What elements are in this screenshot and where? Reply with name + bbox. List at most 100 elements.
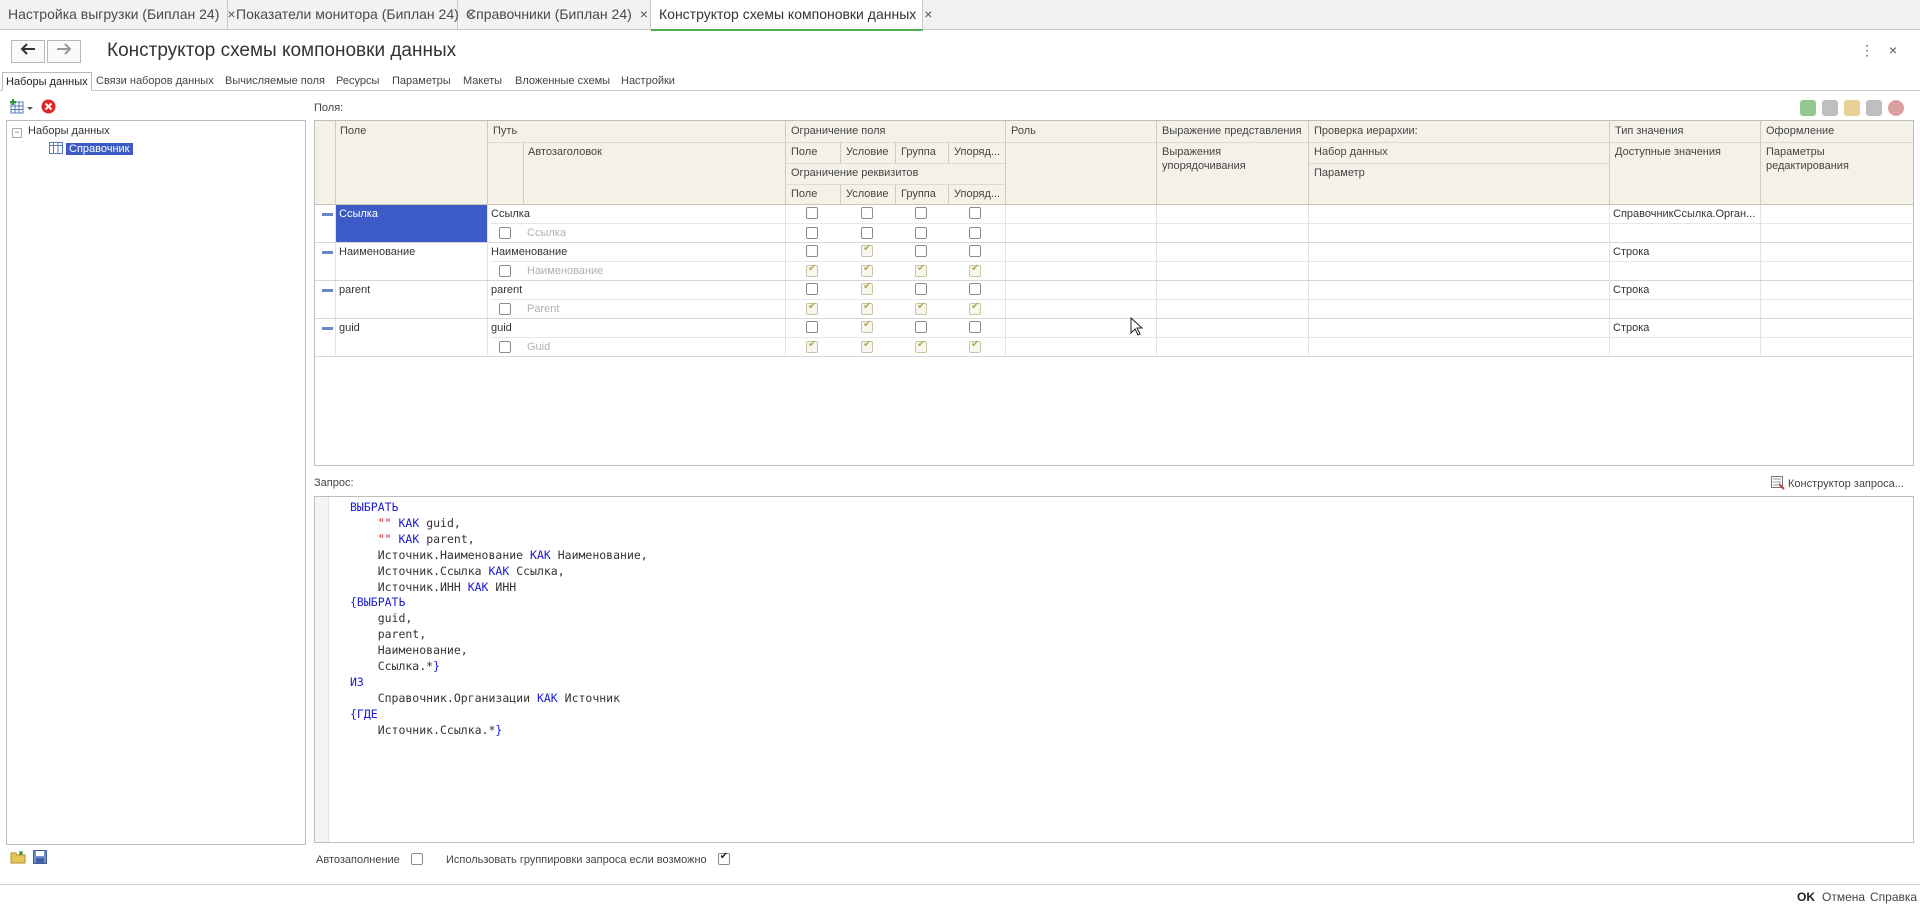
- restriction-field-checkbox[interactable]: [806, 207, 818, 219]
- query-constructor-button[interactable]: Конструктор запроса...: [1771, 476, 1904, 490]
- divider: [490, 261, 1913, 262]
- attr-condition-checkbox[interactable]: [861, 227, 873, 239]
- attr-condition-checkbox[interactable]: [861, 263, 873, 277]
- tab-dcs-constructor[interactable]: Конструктор схемы компоновки данных ×: [651, 0, 932, 31]
- tree-node-datasets[interactable]: − Наборы данных: [12, 123, 110, 139]
- autotitle-checkbox[interactable]: [499, 227, 511, 239]
- restriction-condition-checkbox[interactable]: [861, 281, 873, 295]
- autotitle-checkbox[interactable]: [499, 265, 511, 277]
- attr-order-checkbox[interactable]: [969, 227, 981, 239]
- restriction-order-checkbox[interactable]: [969, 321, 981, 333]
- autotitle-checkbox[interactable]: [499, 341, 511, 353]
- field-name[interactable]: Ссылка: [336, 205, 487, 242]
- field-title[interactable]: Наименование: [524, 262, 784, 280]
- attr-field-checkbox[interactable]: [806, 227, 818, 239]
- header-restriction-order: Упоряд...: [954, 146, 1001, 158]
- value-type[interactable]: Строка: [1610, 281, 1758, 299]
- field-title[interactable]: Parent: [524, 300, 784, 318]
- restriction-field-checkbox[interactable]: [806, 283, 818, 295]
- field-title[interactable]: Ссылка: [524, 224, 784, 242]
- cancel-button[interactable]: Отмена: [1822, 890, 1865, 904]
- copy-icon[interactable]: [1822, 100, 1838, 116]
- use-groupings-checkbox[interactable]: [717, 851, 730, 865]
- header-autotitle: Автозаголовок: [528, 146, 602, 158]
- grid-header: Поле Путь Автозаголовок Ограничение поля…: [315, 121, 1913, 205]
- restriction-condition-checkbox[interactable]: [861, 243, 873, 257]
- header-attr-restriction: Ограничение реквизитов: [791, 167, 919, 179]
- tab-templates[interactable]: Макеты: [460, 72, 505, 91]
- restriction-field-checkbox[interactable]: [806, 321, 818, 333]
- attr-field-checkbox[interactable]: [806, 301, 818, 315]
- attr-order-checkbox[interactable]: [969, 263, 981, 277]
- save-button[interactable]: [33, 850, 47, 867]
- attr-condition-checkbox[interactable]: [861, 301, 873, 315]
- editor-gutter: [315, 497, 329, 842]
- field-name[interactable]: parent: [336, 281, 487, 299]
- value-type[interactable]: СправочникСсылка.Орган...: [1610, 205, 1758, 223]
- attr-group-checkbox[interactable]: [915, 339, 927, 353]
- use-groupings-option[interactable]: Использовать группировки запроса если во…: [446, 851, 730, 866]
- restriction-group-checkbox[interactable]: [915, 283, 927, 295]
- field-path[interactable]: guid: [488, 319, 784, 337]
- collapse-icon[interactable]: −: [12, 128, 22, 138]
- tab-export-settings[interactable]: Настройка выгрузки (Биплан 24) ×: [0, 0, 236, 30]
- tab-parameters[interactable]: Параметры: [389, 72, 454, 91]
- forward-button[interactable]: [47, 40, 81, 63]
- tree-node-catalog[interactable]: Справочник: [49, 141, 133, 157]
- help-button[interactable]: Справка: [1870, 890, 1917, 904]
- autofill-checkbox[interactable]: [410, 853, 423, 865]
- field-title[interactable]: Guid: [524, 338, 784, 356]
- value-type[interactable]: Строка: [1610, 319, 1758, 337]
- attr-group-checkbox[interactable]: [915, 227, 927, 239]
- autofill-option[interactable]: Автозаполнение: [316, 851, 423, 866]
- delete-button[interactable]: [41, 99, 56, 117]
- tab-dataset-links[interactable]: Связи наборов данных: [93, 72, 217, 91]
- field-path[interactable]: Ссылка: [488, 205, 784, 223]
- field-path[interactable]: parent: [488, 281, 784, 299]
- open-button[interactable]: [10, 850, 26, 867]
- close-icon[interactable]: ×: [1889, 42, 1897, 58]
- tab-settings[interactable]: Настройки: [618, 72, 678, 91]
- tab-datasets[interactable]: Наборы данных: [2, 72, 92, 91]
- autotitle-checkbox[interactable]: [499, 303, 511, 315]
- restriction-order-checkbox[interactable]: [969, 283, 981, 295]
- add-folder-icon[interactable]: [1844, 100, 1860, 116]
- restriction-condition-checkbox[interactable]: [861, 319, 873, 333]
- back-button[interactable]: [11, 40, 45, 63]
- query-constructor-label: Конструктор запроса...: [1788, 478, 1904, 490]
- tab-monitor-indicators[interactable]: Показатели монитора (Биплан 24) ×: [228, 0, 475, 30]
- tab-catalogs[interactable]: Справочники (Биплан 24) ×: [458, 0, 651, 30]
- attr-order-checkbox[interactable]: [969, 301, 981, 315]
- attr-condition-checkbox[interactable]: [861, 339, 873, 353]
- datasets-tree: − Наборы данных Справочник: [6, 120, 306, 845]
- add-dataset-button[interactable]: [10, 99, 34, 118]
- tab-calculated-fields[interactable]: Вычисляемые поля: [222, 72, 328, 91]
- close-icon[interactable]: ×: [640, 6, 648, 22]
- attr-field-checkbox[interactable]: [806, 263, 818, 277]
- add-icon[interactable]: [1800, 100, 1816, 116]
- field-name[interactable]: Наименование: [336, 243, 487, 261]
- folder-icon[interactable]: [1866, 100, 1882, 116]
- restriction-group-checkbox[interactable]: [915, 245, 927, 257]
- ok-button[interactable]: OK: [1797, 890, 1815, 904]
- attr-group-checkbox[interactable]: [915, 263, 927, 277]
- restriction-group-checkbox[interactable]: [915, 321, 927, 333]
- restriction-condition-checkbox[interactable]: [861, 207, 873, 219]
- field-name[interactable]: guid: [336, 319, 487, 337]
- delete-icon[interactable]: [1888, 100, 1904, 116]
- attr-field-checkbox[interactable]: [806, 339, 818, 353]
- value-type[interactable]: Строка: [1610, 243, 1758, 261]
- close-icon[interactable]: ×: [924, 6, 932, 22]
- attr-group-checkbox[interactable]: [915, 301, 927, 315]
- more-icon[interactable]: ⋮: [1860, 42, 1874, 59]
- query-text[interactable]: ВЫБРАТЬ "" КАК guid, "" КАК parent, Исто…: [350, 500, 648, 739]
- attr-order-checkbox[interactable]: [969, 339, 981, 353]
- query-editor[interactable]: ВЫБРАТЬ "" КАК guid, "" КАК parent, Исто…: [314, 496, 1914, 843]
- restriction-group-checkbox[interactable]: [915, 207, 927, 219]
- restriction-order-checkbox[interactable]: [969, 207, 981, 219]
- restriction-order-checkbox[interactable]: [969, 245, 981, 257]
- tab-resources[interactable]: Ресурсы: [333, 72, 382, 91]
- tab-nested-schemas[interactable]: Вложенные схемы: [512, 72, 613, 91]
- restriction-field-checkbox[interactable]: [806, 245, 818, 257]
- field-path[interactable]: Наименование: [488, 243, 784, 261]
